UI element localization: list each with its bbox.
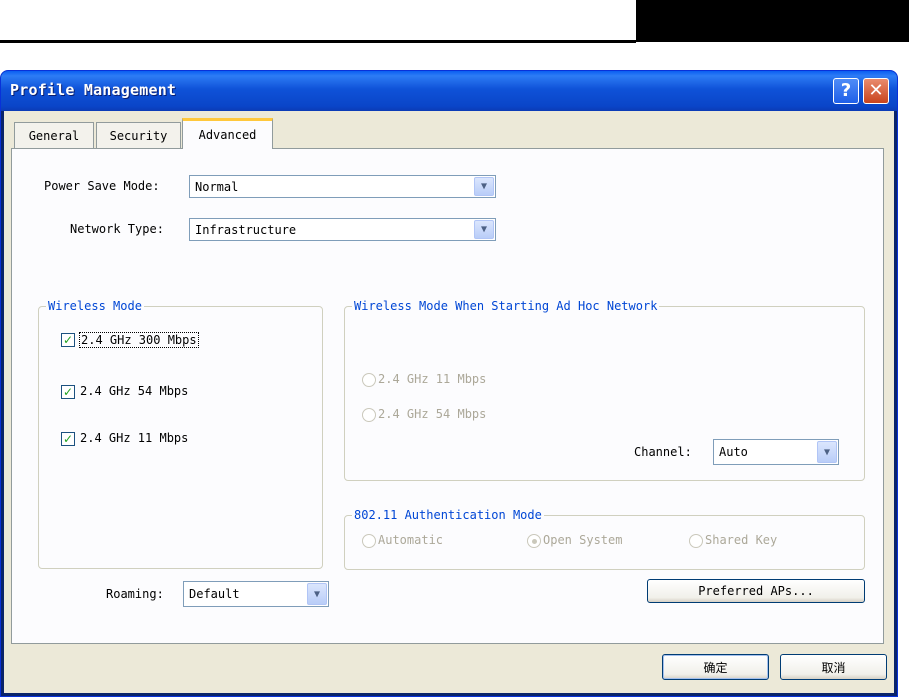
tab-label: General bbox=[28, 128, 80, 143]
chevron-down-icon[interactable]: ▼ bbox=[307, 583, 327, 605]
document-header-block bbox=[636, 0, 909, 42]
roaming-value: Default bbox=[189, 587, 240, 601]
power-save-mode-select[interactable]: Normal ▼ bbox=[189, 175, 496, 198]
cancel-label: 取消 bbox=[821, 660, 846, 675]
check-icon: ✓ bbox=[62, 385, 74, 399]
adhoc-54-label: 2.4 GHz 54 Mbps bbox=[378, 407, 487, 421]
power-save-mode-value: Normal bbox=[195, 179, 239, 194]
auth-shared-key-label: Shared Key bbox=[705, 533, 778, 547]
auth-automatic-label: Automatic bbox=[378, 533, 444, 547]
document-header-rule bbox=[0, 40, 636, 43]
check-icon: ✓ bbox=[62, 432, 74, 446]
network-type-select[interactable]: Infrastructure ▼ bbox=[189, 218, 496, 241]
roaming-label: Roaming: bbox=[106, 587, 164, 601]
wireless-mode-11-checkbox[interactable]: ✓ bbox=[61, 432, 75, 446]
tab-label: Security bbox=[109, 128, 168, 143]
wireless-mode-11-label[interactable]: 2.4 GHz 11 Mbps bbox=[80, 431, 188, 445]
channel-label: Channel: bbox=[634, 445, 692, 459]
power-save-mode-label: Power Save Mode: bbox=[44, 179, 160, 193]
tab-general[interactable]: General bbox=[14, 122, 94, 148]
wireless-mode-300-label[interactable]: 2.4 GHz 300 Mbps bbox=[79, 332, 199, 348]
ok-button[interactable]: 确定 bbox=[662, 654, 769, 680]
wireless-mode-54-checkbox[interactable]: ✓ bbox=[61, 385, 75, 399]
chevron-down-icon[interactable]: ▼ bbox=[474, 220, 494, 239]
network-type-label: Network Type: bbox=[70, 222, 164, 236]
tab-security[interactable]: Security bbox=[96, 122, 181, 148]
wireless-mode-legend: Wireless Mode bbox=[46, 299, 144, 313]
help-icon: ? bbox=[840, 80, 852, 101]
adhoc-11-radio[interactable] bbox=[362, 373, 376, 387]
close-icon: ✕ bbox=[868, 80, 884, 101]
adhoc-11-label: 2.4 GHz 11 Mbps bbox=[378, 372, 487, 386]
chevron-down-icon[interactable]: ▼ bbox=[474, 177, 494, 196]
check-icon: ✓ bbox=[62, 333, 74, 347]
adhoc-mode-legend: Wireless Mode When Starting Ad Hoc Netwo… bbox=[352, 299, 660, 313]
adhoc-54-radio[interactable] bbox=[362, 408, 376, 422]
help-button[interactable]: ? bbox=[833, 78, 859, 104]
cancel-button[interactable]: 取消 bbox=[780, 654, 887, 680]
auth-open-system-label: Open System bbox=[543, 533, 623, 547]
tab-label: Advanced bbox=[198, 128, 257, 142]
auth-shared-key-radio[interactable] bbox=[689, 534, 703, 548]
close-button[interactable]: ✕ bbox=[863, 78, 889, 104]
chevron-down-icon[interactable]: ▼ bbox=[817, 441, 837, 463]
wireless-mode-300-checkbox[interactable]: ✓ bbox=[61, 333, 75, 347]
roaming-select[interactable]: Default ▼ bbox=[183, 581, 329, 607]
window-title: Profile Management bbox=[10, 81, 177, 99]
preferred-aps-button[interactable]: Preferred APs... bbox=[647, 579, 865, 603]
preferred-aps-label: Preferred APs... bbox=[698, 584, 814, 598]
ok-label: 确定 bbox=[703, 660, 728, 675]
radio-selected-dot bbox=[532, 539, 537, 544]
network-type-value: Infrastructure bbox=[195, 222, 297, 237]
wireless-mode-54-label[interactable]: 2.4 GHz 54 Mbps bbox=[80, 384, 188, 398]
auth-open-system-radio[interactable] bbox=[527, 534, 541, 548]
auth-mode-legend: 802.11 Authentication Mode bbox=[352, 508, 544, 522]
auth-automatic-radio[interactable] bbox=[362, 534, 376, 548]
channel-value: Auto bbox=[719, 445, 748, 459]
tab-advanced[interactable]: Advanced bbox=[182, 118, 273, 149]
channel-select[interactable]: Auto ▼ bbox=[713, 439, 839, 465]
